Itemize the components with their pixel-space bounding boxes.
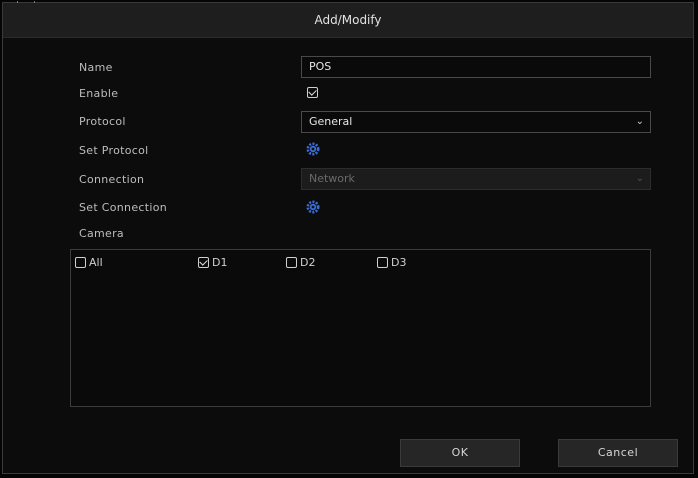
camera-list: All D1 D2 D3 <box>70 249 651 407</box>
set-protocol-label: Set Protocol <box>79 144 149 157</box>
protocol-select[interactable]: General ⌄ <box>301 111 651 133</box>
name-label: Name <box>79 61 113 74</box>
camera-all-label: All <box>89 256 103 269</box>
camera-label: Camera <box>79 227 124 240</box>
gear-icon[interactable] <box>305 141 321 157</box>
enable-label: Enable <box>79 87 119 100</box>
camera-d2-checkbox[interactable] <box>286 257 297 268</box>
connection-select: Network ⌄ <box>301 168 651 190</box>
chevron-down-icon: ⌄ <box>635 173 644 184</box>
chevron-down-icon: ⌄ <box>635 116 644 127</box>
camera-d2-label: D2 <box>300 256 316 269</box>
enable-checkbox[interactable] <box>307 87 318 98</box>
camera-d3-checkbox[interactable] <box>377 257 388 268</box>
protocol-value: General <box>309 115 353 128</box>
cancel-button[interactable]: Cancel <box>558 439 678 467</box>
protocol-label: Protocol <box>79 115 126 128</box>
connection-value: Network <box>309 172 355 185</box>
gear-icon[interactable] <box>305 199 321 215</box>
add-modify-dialog: Add/Modify Name POS Enable Protocol Gene… <box>2 1 694 474</box>
camera-d1-checkbox[interactable] <box>198 257 209 268</box>
camera-d1-label: D1 <box>212 256 228 269</box>
name-field[interactable]: POS <box>301 56 651 78</box>
camera-all-checkbox[interactable] <box>75 257 86 268</box>
dialog-title: Add/Modify <box>3 3 693 38</box>
set-connection-label: Set Connection <box>79 201 167 214</box>
connection-label: Connection <box>79 173 145 186</box>
camera-d3-label: D3 <box>391 256 407 269</box>
ok-button[interactable]: OK <box>400 439 520 467</box>
